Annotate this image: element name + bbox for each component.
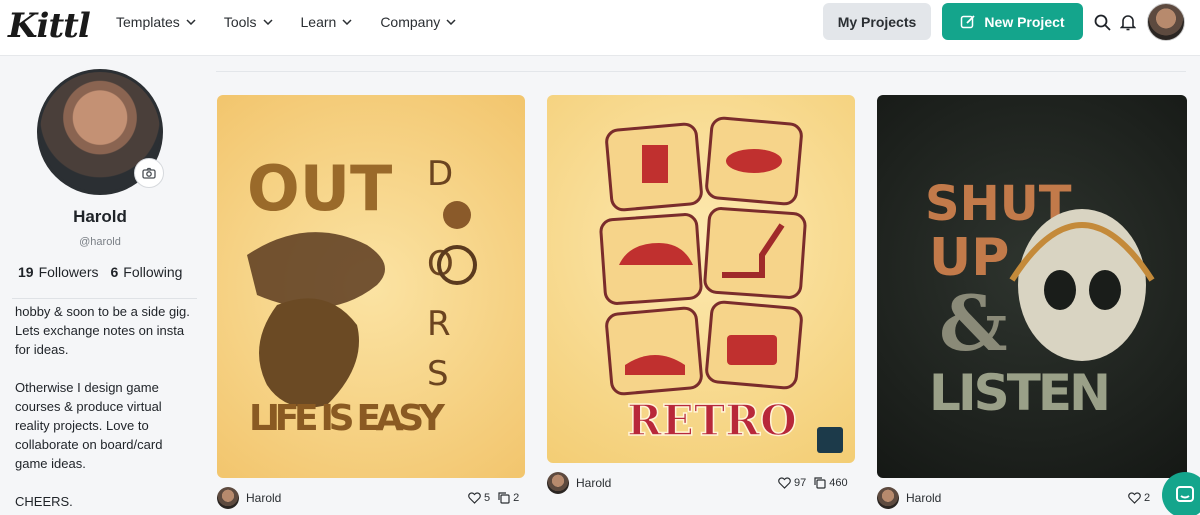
chevron-down-icon (342, 19, 352, 25)
template-badge (817, 427, 843, 453)
skull-eye-left (1044, 270, 1076, 310)
new-project-label: New Project (984, 13, 1065, 30)
author-name: Harold (246, 491, 282, 505)
art-text-retro: RETRO (627, 396, 797, 445)
profile-stats: 19 Followers 6 Following (18, 264, 194, 280)
nav-templates-label: Templates (116, 14, 180, 30)
art-text-r: R (427, 304, 451, 344)
likes-count: 97 (794, 477, 807, 489)
skull-artwork: SHUT UP & LISTEN (925, 176, 1155, 422)
following-label: Following (123, 264, 183, 280)
art-text-ampersand: & (939, 279, 1008, 368)
heart-icon[interactable] (468, 492, 481, 504)
author-avatar (877, 487, 899, 509)
chevron-down-icon (446, 19, 456, 25)
canoe-shape (247, 232, 385, 308)
popcorn-shape (642, 145, 668, 183)
nav-tools[interactable]: Tools (224, 14, 273, 30)
card-author[interactable]: Harold (547, 472, 611, 494)
art-text-d: D (427, 154, 453, 194)
likes-count: 2 (1144, 492, 1151, 504)
followers-count: 19 (18, 264, 34, 280)
copies-count: 2 (513, 492, 520, 504)
lips-shape (726, 149, 782, 173)
design-card-outdoors[interactable]: OUT D O R S LIFE IS EASY (217, 95, 525, 478)
top-navbar: Kittl Templates Tools Learn Company My P… (0, 0, 1200, 56)
edit-icon (961, 14, 976, 28)
card-stats: 5 2 (468, 492, 527, 504)
art-text-life-is-easy: LIFE IS EASY (249, 398, 446, 439)
change-photo-button[interactable] (134, 158, 164, 188)
rider-shape (443, 201, 471, 229)
copy-icon[interactable] (498, 492, 510, 504)
profile-bio: hobby & soon to be a side gig. Lets exch… (15, 302, 195, 515)
copy-icon[interactable] (814, 477, 826, 489)
nav-learn-label: Learn (300, 14, 337, 30)
fish-shape (259, 298, 359, 408)
chevron-down-icon (186, 19, 196, 25)
camera-icon (142, 167, 156, 179)
my-projects-button[interactable]: My Projects (823, 3, 931, 40)
new-project-button[interactable]: New Project (942, 3, 1083, 40)
section-divider (216, 71, 1186, 72)
main-nav: Templates Tools Learn Company (116, 0, 484, 44)
design-card-retro[interactable]: RETRO (547, 95, 855, 463)
copies-count: 460 (829, 477, 848, 489)
author-avatar (217, 487, 239, 509)
retro-artwork: RETRO (599, 116, 843, 453)
art-text-out: OUT (247, 152, 392, 225)
bio-paragraph: hobby & soon to be a side gig. Lets exch… (15, 304, 190, 357)
following-count: 6 (110, 264, 119, 280)
heart-icon[interactable] (1128, 492, 1141, 504)
card-author[interactable]: Harold (217, 487, 281, 509)
card-author[interactable]: Harold (877, 487, 941, 509)
chat-icon (1176, 486, 1194, 502)
bio-paragraph: CHEERS. (15, 494, 73, 509)
followers-link[interactable]: 19 Followers (18, 264, 98, 280)
nav-company-label: Company (380, 14, 441, 30)
art-text-listen: LISTEN (929, 364, 1111, 422)
cassette-shape (727, 335, 777, 365)
profile-sidebar: Harold @harold 19 Followers 6 Following ho… (0, 57, 200, 515)
nav-templates[interactable]: Templates (116, 14, 196, 30)
chevron-down-icon (262, 19, 273, 25)
following-link[interactable]: 6 Following (110, 264, 182, 280)
author-name: Harold (576, 476, 612, 490)
author-name: Harold (906, 491, 942, 505)
design-card-shut-up-listen[interactable]: SHUT UP & LISTEN (877, 95, 1187, 478)
user-avatar[interactable] (1147, 3, 1185, 41)
card-stats: 97 460 (778, 477, 856, 489)
followers-label: Followers (38, 264, 99, 280)
chat-support-button[interactable] (1162, 472, 1200, 515)
nav-company[interactable]: Company (380, 14, 456, 30)
divider (12, 298, 197, 299)
nav-learn[interactable]: Learn (301, 14, 353, 30)
heart-icon[interactable] (778, 477, 791, 489)
likes-count: 5 (484, 492, 491, 504)
nav-tools-label: Tools (223, 14, 257, 30)
skull-eye-right (1089, 270, 1121, 310)
kittl-logo[interactable]: Kittl (8, 6, 91, 46)
author-avatar (547, 472, 569, 494)
outdoors-artwork: OUT D O R S LIFE IS EASY (247, 152, 477, 439)
search-icon[interactable] (1092, 12, 1112, 32)
card-stats: 2 (1128, 492, 1158, 504)
profile-handle: @harold (79, 236, 121, 248)
bell-icon[interactable] (1118, 12, 1138, 32)
profile-name: Harold (73, 207, 127, 226)
skull-shape (1018, 209, 1146, 361)
bio-paragraph: Otherwise I design game courses & produc… (15, 380, 163, 471)
art-text-s: S (427, 354, 449, 394)
